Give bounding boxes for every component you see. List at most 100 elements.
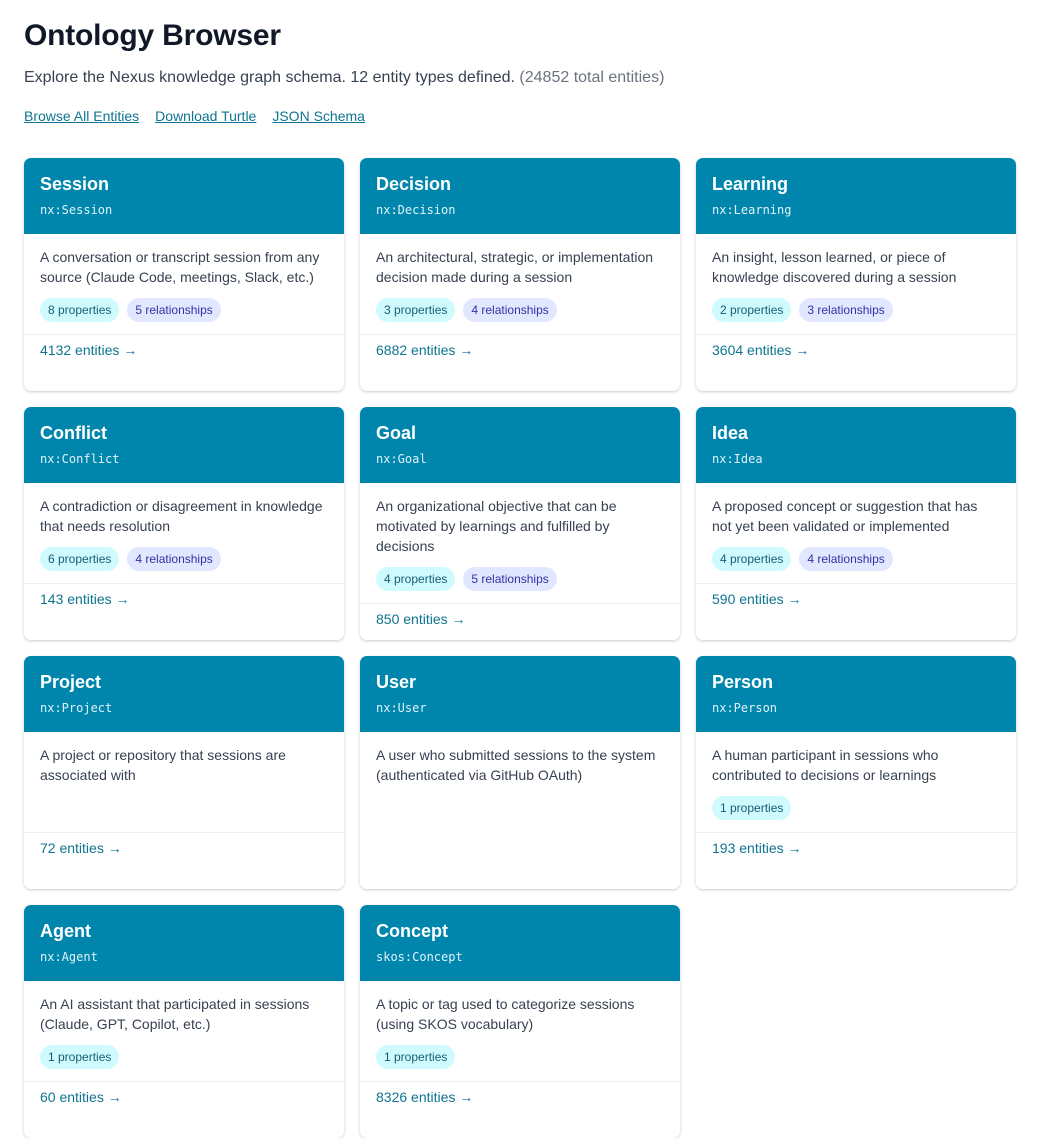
card-header: User nx:User (360, 656, 680, 732)
card-body: A contradiction or disagreement in knowl… (24, 483, 344, 640)
card-uri: nx:Conflict (40, 452, 120, 466)
entity-card-goal[interactable]: Goal nx:Goal An organizational objective… (360, 407, 680, 640)
card-description: An insight, lesson learned, or piece of … (712, 249, 957, 285)
entity-card-conflict[interactable]: Conflict nx:Conflict A contradiction or … (24, 407, 344, 640)
card-description: A conversation or transcript session fro… (40, 249, 320, 285)
card-description: A proposed concept or suggestion that ha… (712, 498, 978, 534)
json-schema-link[interactable]: JSON Schema (272, 107, 365, 125)
card-description: A contradiction or disagreement in knowl… (40, 498, 323, 534)
card-footer: 60 entities → (24, 1081, 344, 1107)
card-title: Conflict (40, 423, 107, 443)
entities-count-link[interactable]: 590 entities → (712, 591, 802, 607)
card-badges: 4 properties 4 relationships (712, 547, 1000, 571)
properties-badge: 4 properties (376, 567, 456, 591)
card-body: A proposed concept or suggestion that ha… (696, 483, 1016, 640)
card-title: Concept (376, 921, 448, 941)
card-title: User (376, 672, 417, 692)
card-header: Project nx:Project (24, 656, 344, 732)
card-footer: 143 entities → (24, 583, 344, 609)
card-description: An architectural, strategic, or implemen… (376, 249, 654, 285)
card-badges: 2 properties 3 relationships (712, 298, 1000, 322)
card-badges: 8 properties 5 relationships (40, 298, 328, 322)
card-footer: 850 entities → (360, 603, 680, 629)
entities-count-link[interactable]: 72 entities → (40, 840, 122, 856)
card-title: Project (40, 672, 102, 692)
card-header: Concept skos:Concept (360, 905, 680, 981)
card-body: A topic or tag used to categorize sessio… (360, 981, 680, 1138)
card-description: A project or repository that sessions ar… (40, 747, 286, 783)
card-description: An organizational objective that can be … (376, 498, 617, 554)
card-uri: nx:Learning (712, 203, 792, 217)
card-description: A human participant in sessions who cont… (712, 747, 939, 783)
entity-card-learning[interactable]: Learning nx:Learning An insight, lesson … (696, 158, 1016, 391)
entities-count-link[interactable]: 193 entities → (712, 840, 802, 856)
relationships-badge: 3 relationships (799, 298, 893, 322)
entity-card-agent[interactable]: Agent nx:Agent An AI assistant that part… (24, 905, 344, 1138)
card-header: Agent nx:Agent (24, 905, 344, 981)
download-turtle-link[interactable]: Download Turtle (155, 107, 256, 125)
card-title: Decision (376, 174, 452, 194)
card-footer: 6882 entities → (360, 334, 680, 360)
card-header: Decision nx:Decision (360, 158, 680, 234)
entities-count-link[interactable]: 8326 entities → (376, 1089, 473, 1105)
card-body: An organizational objective that can be … (360, 483, 680, 640)
entity-card-project[interactable]: Project nx:Project A project or reposito… (24, 656, 344, 889)
card-badges: 1 properties (40, 1045, 328, 1069)
relationships-badge: 4 relationships (799, 547, 893, 571)
card-footer: 3604 entities → (696, 334, 1016, 360)
card-body: An AI assistant that participated in ses… (24, 981, 344, 1138)
card-header: Session nx:Session (24, 158, 344, 234)
entity-card-idea[interactable]: Idea nx:Idea A proposed concept or sugge… (696, 407, 1016, 640)
card-header: Person nx:Person (696, 656, 1016, 732)
card-badges: 6 properties 4 relationships (40, 547, 328, 571)
entities-count-link[interactable]: 4132 entities → (40, 342, 137, 358)
card-uri: nx:Session (40, 203, 113, 217)
card-body: A project or repository that sessions ar… (24, 732, 344, 889)
card-title: Learning (712, 174, 789, 194)
card-badges: 1 properties (376, 1045, 664, 1069)
card-title: Idea (712, 423, 749, 443)
entity-card-user[interactable]: User nx:User A user who submitted sessio… (360, 656, 680, 889)
card-uri: nx:Person (712, 701, 778, 715)
card-badges: 4 properties 5 relationships (376, 567, 664, 591)
entities-count-link[interactable]: 850 entities → (376, 611, 466, 627)
card-uri: nx:Decision (376, 203, 456, 217)
card-body: An architectural, strategic, or implemen… (360, 234, 680, 391)
subtitle-text: Explore the Nexus knowledge graph schema… (24, 69, 515, 86)
card-header: Learning nx:Learning (696, 158, 1016, 234)
browse-all-entities-link[interactable]: Browse All Entities (24, 107, 139, 125)
card-footer: 590 entities → (696, 583, 1016, 609)
card-uri: nx:User (376, 701, 427, 715)
properties-badge: 1 properties (40, 1045, 120, 1069)
card-uri: nx:Idea (712, 452, 763, 466)
page-title: Ontology Browser (24, 19, 281, 52)
entity-card-decision[interactable]: Decision nx:Decision An architectural, s… (360, 158, 680, 391)
properties-badge: 1 properties (376, 1045, 456, 1069)
entities-count-link[interactable]: 143 entities → (40, 591, 130, 607)
header-links: Browse All Entities Download Turtle JSON… (24, 107, 1030, 125)
entities-count-link[interactable]: 60 entities → (40, 1089, 122, 1105)
card-uri: nx:Goal (376, 452, 427, 466)
card-body: An insight, lesson learned, or piece of … (696, 234, 1016, 391)
card-description: An AI assistant that participated in ses… (40, 996, 310, 1032)
entity-card-concept[interactable]: Concept skos:Concept A topic or tag used… (360, 905, 680, 1138)
entity-card-person[interactable]: Person nx:Person A human participant in … (696, 656, 1016, 889)
card-uri: nx:Agent (40, 950, 98, 964)
card-title: Agent (40, 921, 91, 941)
entity-card-session[interactable]: Session nx:Session A conversation or tra… (24, 158, 344, 391)
card-description: A user who submitted sessions to the sys… (376, 747, 656, 783)
card-body: A human participant in sessions who cont… (696, 732, 1016, 889)
total-entities: (24852 total entities) (519, 69, 665, 86)
card-header: Conflict nx:Conflict (24, 407, 344, 483)
properties-badge: 1 properties (712, 796, 792, 820)
page: Ontology Browser Explore the Nexus knowl… (0, 0, 1054, 1138)
entities-count-link[interactable]: 6882 entities → (376, 342, 473, 358)
card-footer: 4132 entities → (24, 334, 344, 360)
card-body: A user who submitted sessions to the sys… (360, 732, 680, 889)
card-footer: 8326 entities → (360, 1081, 680, 1107)
entities-count-link[interactable]: 3604 entities → (712, 342, 809, 358)
card-uri: skos:Concept (376, 950, 463, 964)
card-description: A topic or tag used to categorize sessio… (376, 996, 635, 1032)
card-badges (40, 796, 328, 820)
relationships-badge: 5 relationships (127, 298, 221, 322)
